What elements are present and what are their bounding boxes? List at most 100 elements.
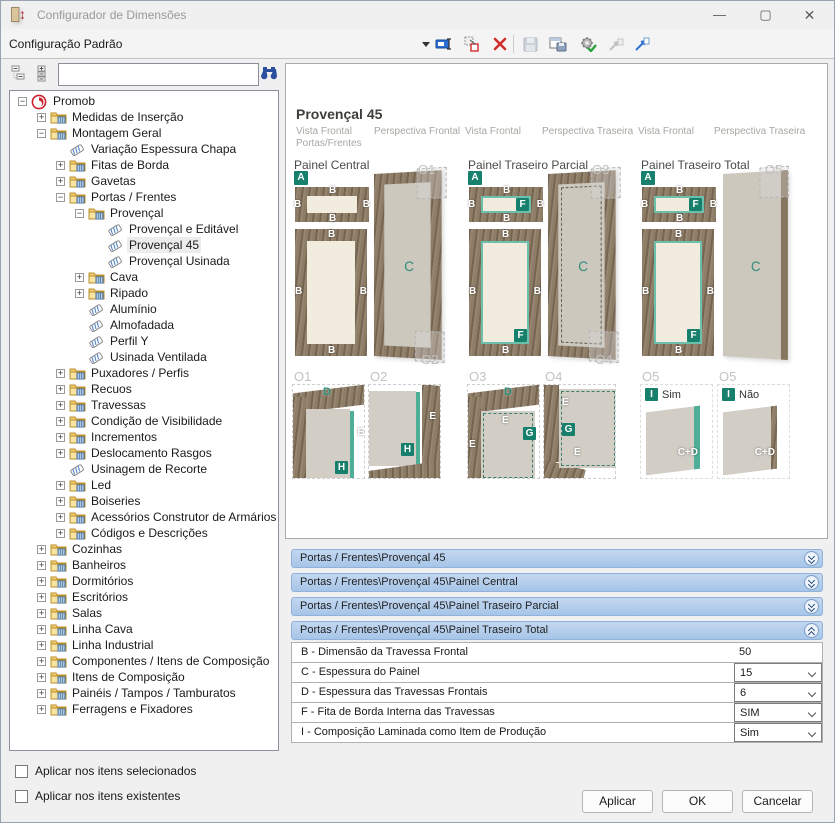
duplicate-config-icon[interactable]	[461, 34, 483, 54]
tree-item[interactable]: +Boiseries	[10, 493, 278, 509]
delete-config-icon[interactable]	[489, 34, 511, 54]
collapse-expander-icon[interactable]: −	[56, 193, 65, 202]
expand-expander-icon[interactable]: +	[56, 161, 65, 170]
expand-expander-icon[interactable]: +	[37, 113, 46, 122]
tree-item[interactable]: −Portas / Frentes	[10, 189, 278, 205]
cancel-button[interactable]: Cancelar	[742, 790, 813, 813]
expand-expander-icon[interactable]: +	[56, 481, 65, 490]
tree-item[interactable]: +Recuos	[10, 381, 278, 397]
export-config-icon[interactable]	[631, 34, 653, 54]
find-binoculars-icon[interactable]	[259, 64, 279, 84]
tree-item[interactable]: −Provençal	[10, 205, 278, 221]
save-config-as-icon[interactable]	[547, 34, 569, 54]
tree-item[interactable]: +Painéis / Tampos / Tamburatos	[10, 685, 278, 701]
tree-item[interactable]: +Deslocamento Rasgos	[10, 445, 278, 461]
expand-expander-icon[interactable]: +	[56, 497, 65, 506]
tree-item[interactable]: Variação Espessura Chapa	[10, 141, 278, 157]
section-header[interactable]: Portas / Frentes\Provençal 45\Painel Tra…	[291, 621, 823, 640]
expand-expander-icon[interactable]: +	[37, 577, 46, 586]
tree-item[interactable]: +Códigos e Descrições	[10, 525, 278, 541]
tree-item[interactable]: Provençal e Editável	[10, 221, 278, 237]
expand-expander-icon[interactable]: +	[56, 401, 65, 410]
collapse-expander-icon[interactable]: −	[37, 129, 46, 138]
expand-all-icon[interactable]	[34, 65, 52, 83]
expand-expander-icon[interactable]: +	[37, 641, 46, 650]
expand-expander-icon[interactable]: +	[56, 449, 65, 458]
tree-item[interactable]: +Medidas de Inserção	[10, 109, 278, 125]
expand-expander-icon[interactable]: +	[37, 545, 46, 554]
collapse-expander-icon[interactable]: −	[18, 97, 27, 106]
expand-expander-icon[interactable]: +	[75, 273, 84, 282]
property-value-select[interactable]: SIM	[734, 703, 822, 722]
expand-chevron-button[interactable]	[804, 575, 819, 590]
property-value-select[interactable]: 6	[734, 683, 822, 702]
maximize-button[interactable]: ▢	[743, 1, 788, 29]
search-input[interactable]	[58, 63, 259, 86]
expand-expander-icon[interactable]: +	[56, 177, 65, 186]
expand-expander-icon[interactable]: +	[37, 689, 46, 698]
tree-item[interactable]: +Travessas	[10, 397, 278, 413]
tree-item[interactable]: +Condição de Visibilidade	[10, 413, 278, 429]
expand-expander-icon[interactable]: +	[37, 561, 46, 570]
tree-item[interactable]: +Itens de Composição	[10, 669, 278, 685]
tree-item[interactable]: +Banheiros	[10, 557, 278, 573]
expand-expander-icon[interactable]: +	[37, 625, 46, 634]
tree-item[interactable]: +Linha Cava	[10, 621, 278, 637]
close-button[interactable]: ✕	[787, 1, 832, 29]
tree-item[interactable]: Provençal 45	[10, 237, 278, 253]
tree-item[interactable]: Usinagem de Recorte	[10, 461, 278, 477]
expand-expander-icon[interactable]: +	[56, 529, 65, 538]
minimize-button[interactable]: —	[697, 1, 742, 29]
tree-item[interactable]: Almofadada	[10, 317, 278, 333]
apply-button[interactable]: Aplicar	[582, 790, 653, 813]
expand-expander-icon[interactable]: +	[37, 673, 46, 682]
tree-item[interactable]: Usinada Ventilada	[10, 349, 278, 365]
tree-item[interactable]: +Salas	[10, 605, 278, 621]
expand-expander-icon[interactable]: +	[75, 289, 84, 298]
config-name-label[interactable]: Configuração Padrão	[9, 37, 122, 51]
tree-item[interactable]: Provençal Usinada	[10, 253, 278, 269]
expand-expander-icon[interactable]: +	[56, 385, 65, 394]
expand-expander-icon[interactable]: +	[37, 609, 46, 618]
expand-expander-icon[interactable]: +	[37, 593, 46, 602]
property-value-select[interactable]: 15	[734, 663, 822, 682]
collapse-all-icon[interactable]	[11, 65, 29, 83]
expand-expander-icon[interactable]: +	[56, 417, 65, 426]
tree-item[interactable]: +Ferragens e Fixadores	[10, 701, 278, 717]
tree-item[interactable]: Perfil Y	[10, 333, 278, 349]
expand-expander-icon[interactable]: +	[56, 369, 65, 378]
apply-existing-checkbox-row[interactable]: Aplicar nos itens existentes	[15, 789, 180, 803]
section-header[interactable]: Portas / Frentes\Provençal 45\Painel Tra…	[291, 597, 823, 616]
expand-chevron-button[interactable]	[804, 551, 819, 566]
expand-chevron-button[interactable]	[804, 599, 819, 614]
expand-expander-icon[interactable]: +	[56, 433, 65, 442]
section-header[interactable]: Portas / Frentes\Provençal 45	[291, 549, 823, 568]
property-value-input[interactable]: 50	[734, 643, 822, 662]
collapse-expander-icon[interactable]: −	[75, 209, 84, 218]
rename-config-icon[interactable]	[433, 34, 455, 54]
tree-item[interactable]: +Puxadores / Perfis	[10, 365, 278, 381]
tree-item[interactable]: −Montagem Geral	[10, 125, 278, 141]
tree-item[interactable]: +Cozinhas	[10, 541, 278, 557]
expand-expander-icon[interactable]: +	[56, 513, 65, 522]
tree-item[interactable]: +Fitas de Borda	[10, 157, 278, 173]
tree-item[interactable]: +Cava	[10, 269, 278, 285]
ok-button[interactable]: OK	[662, 790, 733, 813]
checkbox-apply-selected[interactable]	[15, 765, 28, 778]
tree-item[interactable]: +Linha Industrial	[10, 637, 278, 653]
tree-item[interactable]: +Acessórios Construtor de Armários	[10, 509, 278, 525]
tree-item[interactable]: +Componentes / Itens de Composição	[10, 653, 278, 669]
expand-expander-icon[interactable]: +	[37, 705, 46, 714]
tree-item[interactable]: Alumínio	[10, 301, 278, 317]
tree-item[interactable]: +Led	[10, 477, 278, 493]
apply-selected-checkbox-row[interactable]: Aplicar nos itens selecionados	[15, 764, 196, 778]
tree-item[interactable]: +Dormitórios	[10, 573, 278, 589]
apply-settings-gear-icon[interactable]	[577, 34, 599, 54]
section-header[interactable]: Portas / Frentes\Provençal 45\Painel Cen…	[291, 573, 823, 592]
property-value-select[interactable]: Sim	[734, 723, 822, 742]
collapse-chevron-button[interactable]	[804, 623, 819, 638]
expand-expander-icon[interactable]: +	[37, 657, 46, 666]
tree-item[interactable]: +Ripado	[10, 285, 278, 301]
tree-item[interactable]: +Escritórios	[10, 589, 278, 605]
tree-item[interactable]: +Gavetas	[10, 173, 278, 189]
